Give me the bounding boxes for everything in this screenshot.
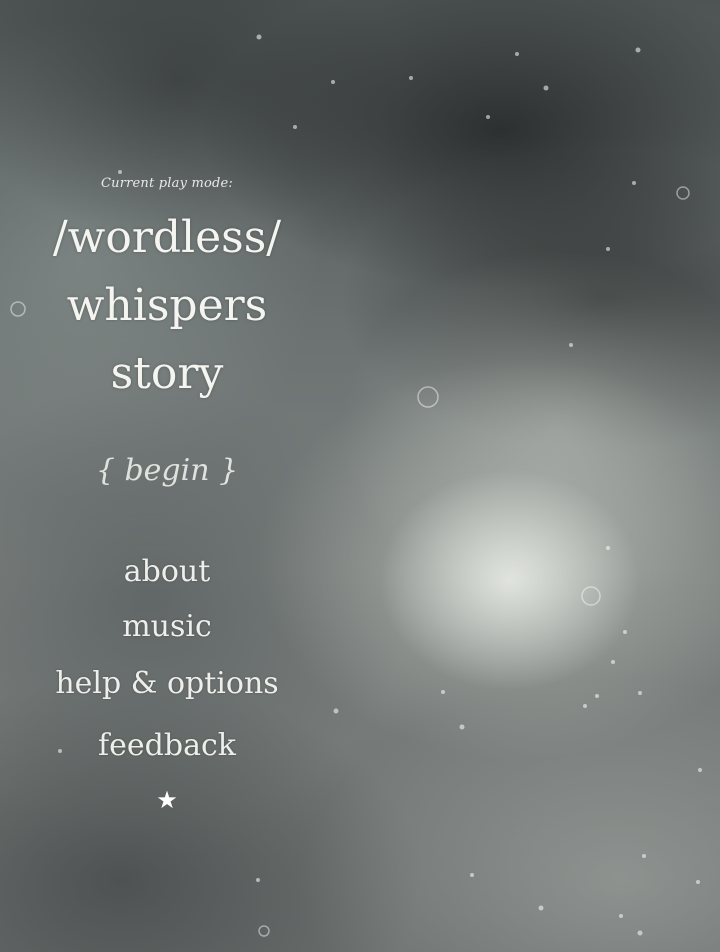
about-link[interactable]: about xyxy=(0,554,334,589)
feedback-link[interactable]: feedback xyxy=(0,728,334,763)
music-link[interactable]: music xyxy=(0,609,334,644)
help-options-link[interactable]: help & options xyxy=(0,666,334,701)
star-icon[interactable]: ★ xyxy=(0,786,334,814)
title-line-1: /wordless/ xyxy=(52,212,282,263)
title-line-3: story xyxy=(110,348,224,399)
title-line-2: whispers xyxy=(66,280,268,331)
play-mode-title: /wordless/ whispers story xyxy=(0,204,334,408)
play-mode-label: Current play mode: xyxy=(100,176,234,191)
main-menu: Current play mode: /wordless/ whispers s… xyxy=(0,0,334,952)
begin-link[interactable]: { begin } xyxy=(0,453,334,488)
